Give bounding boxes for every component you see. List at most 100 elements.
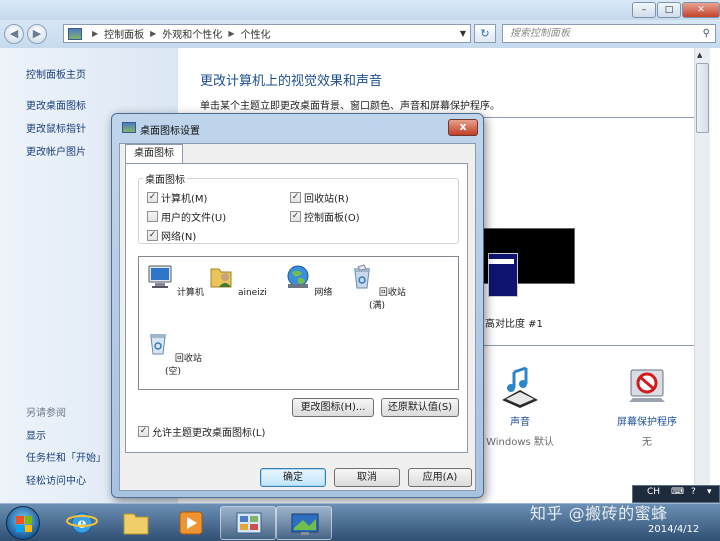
screensaver-value: 无 [642, 437, 652, 448]
breadcrumb-separator-icon: ▶ [150, 29, 157, 38]
checkbox-allow-themes[interactable]: ✓ 允许主题更改桌面图标(L) [138, 424, 265, 439]
search-placeholder: 搜索控制面板 [510, 28, 570, 39]
icon-label-computer: 计算机 [176, 288, 204, 298]
dialog-title: 桌面图标设置 [140, 126, 200, 137]
address-bar[interactable]: ▶ 控制面板 ▶ 外观和个性化 ▶ 个性化 ▼ [63, 24, 471, 43]
tab-desktop-icons[interactable]: 桌面图标 [125, 144, 183, 164]
icon-item-network[interactable]: 网络 [278, 263, 338, 298]
control-panel-icon [236, 512, 262, 534]
taskbar-explorer[interactable] [108, 506, 164, 540]
sidebar-link-home[interactable]: 控制面板主页 [26, 66, 86, 81]
icon-label-recycle-empty: 回收站(空) [164, 354, 202, 377]
change-icon-button[interactable]: 更改图标(H)... [292, 398, 374, 417]
taskbar-desktop-icon-settings[interactable] [276, 506, 332, 540]
checkbox-allow-themes-label: 允许主题更改桌面图标(L) [152, 428, 266, 439]
taskbar-clock[interactable]: 2014/4/12 [648, 524, 699, 535]
icon-item-user[interactable]: aineizi [207, 263, 267, 298]
recycle-bin-empty-icon [150, 334, 167, 355]
vertical-scrollbar[interactable]: ▲ ▼ [694, 48, 710, 503]
icon-label-recycle-full: 回收站(满) [368, 288, 406, 311]
sidebar-link-account-picture[interactable]: 更改帐户图片 [26, 143, 86, 158]
cancel-button[interactable]: 取消 [334, 468, 400, 487]
checkbox-checked-icon[interactable]: ✓ [147, 230, 158, 241]
taskbar-media-player[interactable] [163, 506, 219, 540]
screensaver-label: 屏幕保护程序 [617, 417, 677, 428]
checkbox-recycle-bin[interactable]: ✓ 回收站(R) [290, 190, 349, 205]
search-input[interactable]: 搜索控制面板 ⚲ [502, 24, 716, 43]
theme-name: 高对比度 #1 [485, 319, 543, 330]
network-icon [287, 265, 309, 288]
scrollbar-thumb[interactable] [696, 63, 709, 133]
window-controls: – □ ✕ [631, 2, 720, 19]
dialog-close-button[interactable]: x [448, 119, 478, 136]
back-button[interactable]: ◀ [4, 24, 24, 44]
see-also-display[interactable]: 显示 [26, 427, 46, 442]
icon-label-network: 网络 [314, 288, 333, 298]
start-button[interactable] [6, 506, 40, 540]
taskbar-ie[interactable]: e [54, 506, 110, 540]
sounds-value: Windows 默认 [486, 437, 554, 448]
theme-thumbnail-high-contrast[interactable] [483, 228, 575, 297]
sidebar-link-mouse-pointers[interactable]: 更改鼠标指针 [26, 120, 86, 135]
address-dropdown-icon[interactable]: ▼ [460, 29, 466, 38]
checkbox-unchecked-icon[interactable] [147, 211, 158, 222]
minimize-button[interactable]: – [632, 2, 656, 18]
checkbox-control-panel[interactable]: ✓ 控制面板(O) [290, 209, 360, 224]
maximize-button[interactable]: □ [657, 2, 681, 18]
sounds-label: 声音 [510, 417, 530, 428]
restore-default-button[interactable]: 还原默认值(S) [381, 398, 459, 417]
options-icon[interactable]: ▾ [707, 487, 712, 497]
forward-button[interactable]: ▶ [27, 24, 47, 44]
svg-text:e: e [78, 516, 87, 532]
checkbox-checked-icon[interactable]: ✓ [290, 211, 301, 222]
see-also-taskbar[interactable]: 任务栏和「开始」 [26, 449, 106, 464]
sounds-item[interactable]: 声音 Windows 默认 [484, 366, 556, 448]
breadcrumb-personalization[interactable]: 个性化 [240, 26, 270, 41]
checkbox-network-label: 网络(N) [161, 232, 197, 243]
checkbox-computer[interactable]: ✓ 计算机(M) [147, 190, 207, 205]
apply-button[interactable]: 应用(A) [408, 468, 472, 487]
icon-item-recycle-full[interactable]: 回收站(满) [347, 263, 407, 311]
keyboard-icon[interactable]: ⌨ [671, 487, 684, 497]
sidebar-link-desktop-icons[interactable]: 更改桌面图标 [26, 97, 86, 112]
icon-item-recycle-empty[interactable]: 回收站(空) [143, 329, 203, 377]
computer-icon [148, 265, 172, 288]
checkbox-network[interactable]: ✓ 网络(N) [147, 228, 196, 243]
checkbox-computer-label: 计算机(M) [161, 194, 208, 205]
icon-item-computer[interactable]: 计算机 [145, 263, 205, 298]
checkbox-checked-icon[interactable]: ✓ [138, 426, 149, 437]
language-indicator[interactable]: CH [647, 487, 660, 497]
group-title: 桌面图标 [143, 171, 187, 186]
media-player-icon [179, 511, 203, 535]
control-panel-icon [68, 27, 82, 40]
screensaver-icon [629, 369, 665, 402]
breadcrumb-control-panel[interactable]: 控制面板 [104, 26, 144, 41]
see-also-heading: 另请参阅 [26, 408, 66, 419]
checkbox-recycle-bin-label: 回收站(R) [304, 194, 349, 205]
dialog-icon [122, 122, 136, 133]
desktop-settings-icon [291, 513, 319, 535]
help-icon[interactable]: ? [691, 487, 696, 497]
page-subtitle: 单击某个主题立即更改桌面背景、窗口颜色、声音和屏幕保护程序。 [200, 101, 500, 112]
screensaver-item[interactable]: 屏幕保护程序 无 [606, 366, 688, 448]
checkbox-control-panel-label: 控制面板(O) [304, 213, 360, 224]
breadcrumb-appearance[interactable]: 外观和个性化 [162, 26, 222, 41]
checkbox-user-files-label: 用户的文件(U) [161, 213, 227, 224]
page-title: 更改计算机上的视觉效果和声音 [200, 74, 383, 89]
theme-list[interactable]: 高对比度 #1 [476, 117, 708, 346]
checkbox-checked-icon[interactable]: ✓ [290, 192, 301, 203]
taskbar-control-panel[interactable] [220, 506, 276, 540]
theme-thumbnail-titlebar [488, 259, 514, 264]
see-also-ease-of-access[interactable]: 轻松访问中心 [26, 472, 86, 487]
sounds-icon [502, 366, 538, 408]
ok-button[interactable]: 确定 [260, 468, 326, 487]
search-icon[interactable]: ⚲ [703, 25, 710, 42]
close-window-button[interactable]: ✕ [682, 2, 720, 18]
icon-list[interactable]: 计算机 aineizi 网络 回收站(满) 回收站(空) [138, 256, 459, 390]
user-folder-icon [210, 268, 232, 288]
checkbox-user-files[interactable]: 用户的文件(U) [147, 209, 226, 224]
refresh-button[interactable]: ↻ [474, 24, 496, 43]
breadcrumb-separator-icon: ▶ [228, 29, 235, 38]
checkbox-checked-icon[interactable]: ✓ [147, 192, 158, 203]
scroll-up-icon[interactable]: ▲ [697, 51, 702, 59]
